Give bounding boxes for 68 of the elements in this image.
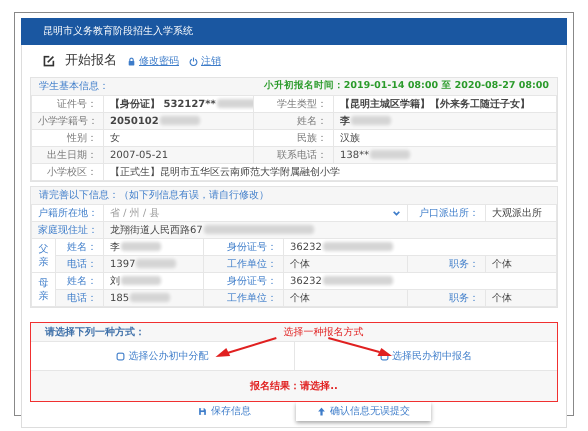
lock-icon — [127, 56, 136, 66]
section-heading: 学生基本信息： — [39, 80, 109, 94]
field-value: 138** — [334, 146, 556, 164]
field-value: 【正式生】昆明市五华区云南师范大学附属融创小学 — [104, 164, 556, 180]
save-icon — [198, 407, 207, 416]
up-arrow-icon — [317, 407, 326, 416]
edit-icon — [42, 54, 55, 68]
blurred-redaction — [322, 242, 393, 252]
field-label: 联系电话： — [254, 146, 334, 164]
field-value: 2050102 — [104, 112, 254, 130]
field-value: 龙翔街道人民西路67 — [104, 222, 556, 238]
select-field[interactable]: 省 / 州 / 县 — [104, 204, 408, 222]
field-label: 姓名： — [254, 112, 334, 130]
result-text: 报名结果：请选择.. — [250, 380, 338, 394]
choice-heading: 请选择下列一种方式： — [45, 325, 145, 340]
field-value: 李 — [104, 238, 204, 256]
field-label: 学生类型： — [254, 96, 334, 112]
relation-label: 母亲 — [38, 276, 48, 302]
field-value: 2007-05-21 — [104, 146, 254, 164]
option-checkbox[interactable]: 选择公办初中分配 — [116, 348, 208, 364]
power-icon — [189, 56, 198, 66]
field-label: 出生日期： — [32, 146, 104, 164]
blurred-redaction — [322, 276, 393, 286]
blurred-redaction — [351, 116, 391, 126]
blurred-redaction — [121, 276, 161, 286]
annotation-text: 选择一种报名方式 — [283, 326, 364, 340]
app-title: 昆明市义务教育阶段招生入学系统 — [43, 24, 193, 39]
field-value: 【身份证】 532127** — [104, 96, 254, 112]
registration-period: 小升初报名时间：2019-01-14 08:00 至 2020-08-27 08:00 — [264, 79, 549, 94]
blurred-redaction — [370, 150, 410, 160]
chevron-down-icon — [392, 208, 402, 218]
option-checkbox[interactable]: 选择民办初中报名 — [380, 348, 472, 364]
field-value: 个体 — [486, 290, 556, 306]
field-value: 大观派出所 — [486, 204, 556, 222]
blurred-redaction — [136, 259, 176, 268]
field-value: 李 — [334, 112, 556, 130]
field-label: 证件号： — [32, 96, 104, 112]
section-heading: 请完善以下信息：（如下列信息有误，请自行修改） — [39, 188, 269, 203]
field-value: 个体 — [486, 256, 556, 272]
field-value: 185 — [104, 290, 204, 306]
field-value: 【昆明主城区学籍】【外来务工随迁子女】 — [334, 96, 556, 112]
field-value: 刘 — [104, 272, 204, 290]
field-label: 职务： — [408, 290, 486, 306]
field-value: 1397 — [104, 256, 204, 272]
field-label: 小学校区： — [32, 164, 104, 180]
save-button[interactable]: 保存信息 — [157, 402, 292, 421]
field-value: 个体 — [284, 290, 408, 306]
blurred-redaction — [216, 99, 252, 108]
header-link[interactable]: 修改密码 — [127, 54, 179, 68]
field-label: 小学学籍号： — [32, 112, 104, 130]
submit-button[interactable]: 确认信息无误提交 — [296, 402, 431, 421]
field-label: 户籍所在地： — [32, 204, 104, 222]
field-label: 电话： — [56, 290, 104, 306]
field-label: 工作单位： — [204, 256, 284, 272]
annotation-arrow — [328, 337, 392, 356]
blurred-redaction — [130, 293, 170, 302]
annotation-arrow — [216, 337, 277, 357]
page-title: 开始报名 — [65, 52, 117, 70]
blurred-redaction — [121, 242, 161, 252]
relation-label: 父亲 — [38, 242, 48, 268]
field-label: 电话： — [56, 256, 104, 272]
field-value: 个体 — [284, 256, 408, 272]
blurred-redaction — [160, 116, 200, 126]
field-label: 户口派出所： — [408, 204, 486, 222]
header-link[interactable]: 注销 — [189, 54, 221, 68]
field-label: 职务： — [408, 256, 486, 272]
field-label: 工作单位： — [204, 290, 284, 306]
field-label: 家庭现住址： — [32, 222, 104, 238]
